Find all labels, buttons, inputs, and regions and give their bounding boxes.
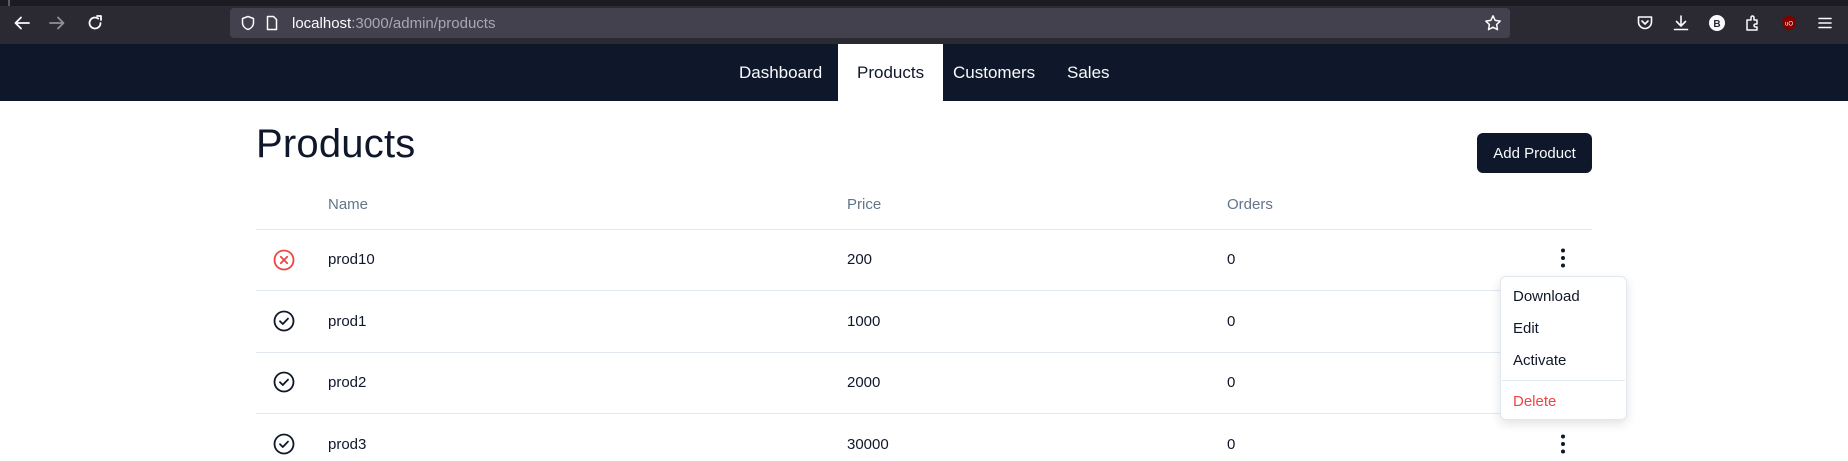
- product-orders: 0: [1227, 374, 1236, 391]
- nav-item-customers[interactable]: Customers: [934, 44, 1054, 101]
- menu-hamburger-icon[interactable]: [1814, 12, 1836, 34]
- tab-strip: [0, 0, 1848, 6]
- menu-item-edit[interactable]: Edit: [1513, 320, 1539, 337]
- inactive-status-icon: [272, 248, 296, 272]
- svg-text:uO: uO: [1785, 22, 1793, 28]
- reload-icon[interactable]: [84, 12, 106, 34]
- table-divider: [256, 413, 1592, 414]
- downloads-icon[interactable]: [1670, 12, 1692, 34]
- product-orders: 0: [1227, 313, 1236, 330]
- ublock-icon[interactable]: uO: [1778, 12, 1800, 34]
- bookmark-star-icon[interactable]: [1484, 14, 1502, 37]
- url-bar[interactable]: localhost:3000/admin/products: [230, 8, 1510, 38]
- column-header-name: Name: [328, 196, 369, 213]
- add-product-button[interactable]: Add Product: [1477, 133, 1592, 173]
- menu-separator: [1502, 380, 1625, 381]
- pocket-icon[interactable]: [1634, 12, 1656, 34]
- product-name: prod10: [328, 251, 375, 268]
- extensions-icon[interactable]: [1742, 12, 1764, 34]
- nav-item-dashboard[interactable]: Dashboard: [720, 44, 841, 101]
- nav-item-sales[interactable]: Sales: [1048, 44, 1129, 101]
- app-nav-bar: Dashboard Products Customers Sales: [0, 44, 1848, 101]
- column-header-orders: Orders: [1227, 196, 1273, 213]
- svg-text:B: B: [1713, 19, 1720, 30]
- product-name: prod2: [328, 374, 367, 391]
- menu-item-activate[interactable]: Activate: [1513, 352, 1566, 369]
- product-orders: 0: [1227, 436, 1236, 453]
- menu-item-delete[interactable]: Delete: [1513, 393, 1556, 410]
- row-actions-menu: Download Edit Activate Delete: [1500, 276, 1627, 420]
- product-price: 1000: [847, 313, 881, 330]
- table-divider: [256, 229, 1592, 230]
- menu-item-download[interactable]: Download: [1513, 288, 1580, 305]
- url-text: localhost:3000/admin/products: [292, 15, 496, 32]
- product-name: prod3: [328, 436, 367, 453]
- active-status-icon: [272, 370, 296, 394]
- back-icon[interactable]: [11, 12, 33, 34]
- product-orders: 0: [1227, 251, 1236, 268]
- product-name: prod1: [328, 313, 367, 330]
- page-info-icon[interactable]: [264, 15, 280, 36]
- browser-toolbar: localhost:3000/admin/products B uO: [0, 0, 1848, 44]
- active-status-icon: [272, 432, 296, 456]
- table-divider: [256, 290, 1592, 291]
- page-title: Products: [256, 122, 416, 166]
- row-actions-kebab-icon[interactable]: [1553, 246, 1573, 270]
- column-header-price: Price: [847, 196, 882, 213]
- product-price: 200: [847, 251, 873, 268]
- product-price: 2000: [847, 374, 881, 391]
- row-actions-kebab-icon[interactable]: [1553, 432, 1573, 456]
- table-divider: [256, 352, 1592, 353]
- active-status-icon: [272, 309, 296, 333]
- nav-item-products[interactable]: Products: [838, 44, 944, 101]
- product-price: 30000: [847, 436, 889, 453]
- tracking-shield-icon[interactable]: [240, 15, 256, 36]
- forward-icon[interactable]: [46, 12, 68, 34]
- account-icon[interactable]: B: [1706, 12, 1728, 34]
